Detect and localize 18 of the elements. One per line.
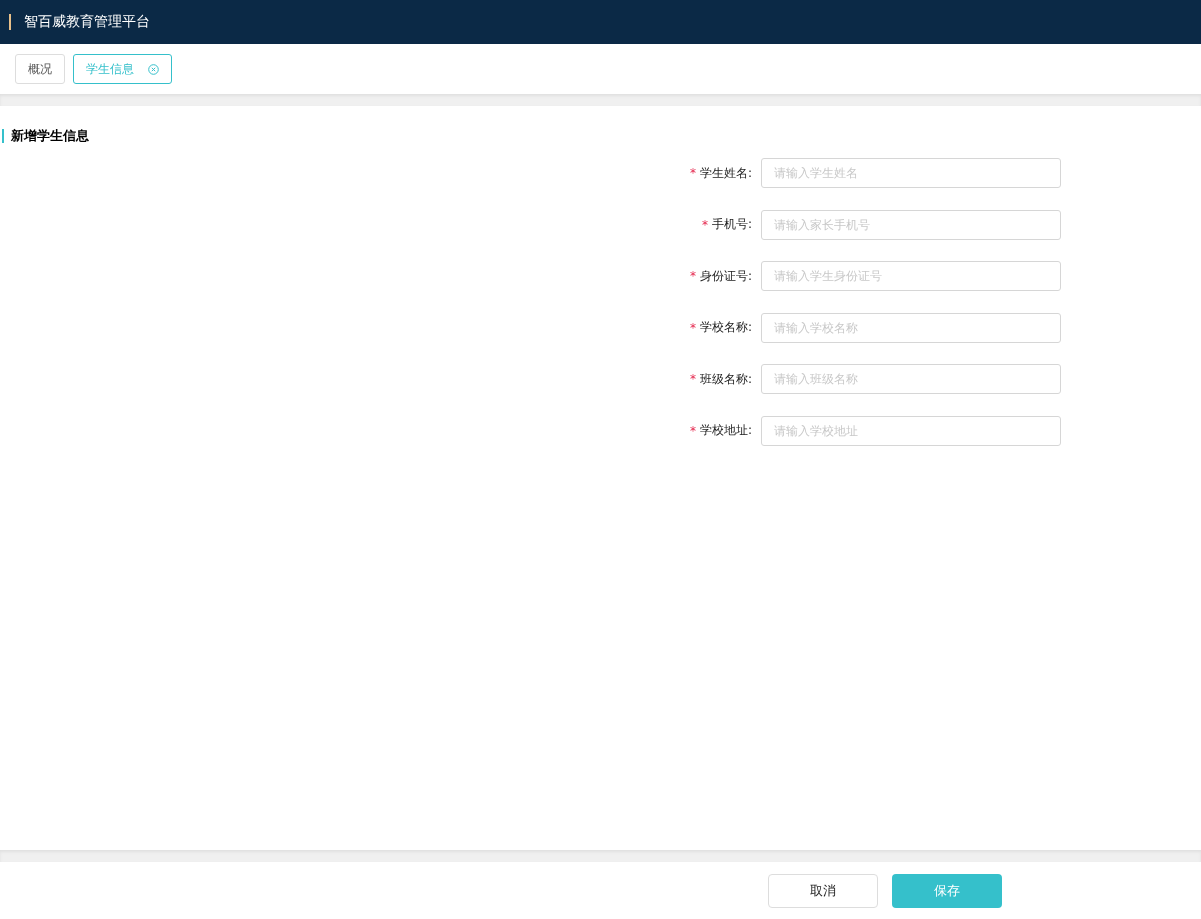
required-mark: * [689, 269, 696, 283]
accent-bar [9, 14, 11, 30]
required-mark: * [701, 217, 708, 232]
field-label: 班级名称: [699, 370, 752, 388]
app-title: 智百威教育管理平台 [24, 13, 150, 31]
field-label: 身份证号: [699, 267, 752, 285]
close-icon[interactable] [148, 63, 159, 75]
required-mark: * [689, 166, 696, 180]
tab[interactable]: 概况 [15, 54, 65, 84]
cancel-button[interactable]: 取消 [768, 873, 878, 908]
required-mark: * [689, 423, 696, 438]
field-label: 手机号: [711, 216, 752, 233]
field-label: 学生姓名: [699, 164, 752, 182]
required-mark: * [689, 320, 696, 335]
required-mark: * [689, 372, 696, 386]
field-label: 学校地址: [699, 422, 752, 439]
section-title: 新增学生信息 [2, 129, 89, 143]
field-label: 学校名称: [699, 319, 752, 336]
